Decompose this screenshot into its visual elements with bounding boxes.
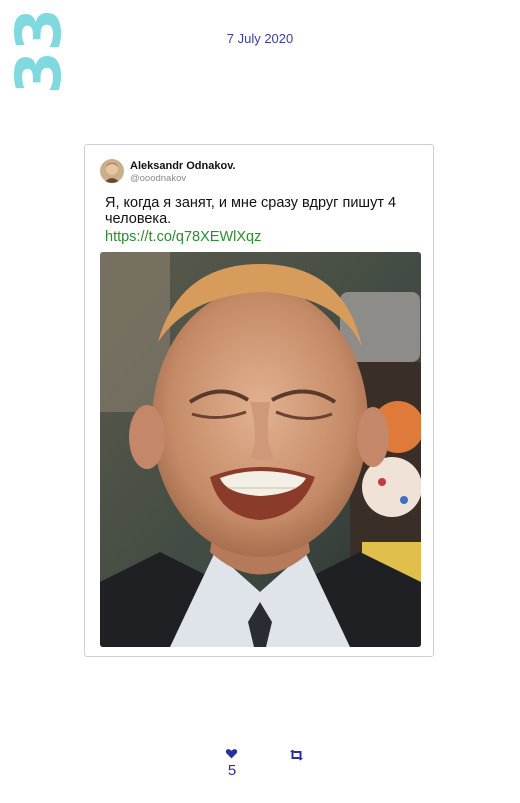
retweet-icon[interactable]	[289, 748, 304, 761]
tweet-text: Я, когда я занят, и мне сразу вдруг пишу…	[105, 195, 397, 227]
author-handle[interactable]: @ooodnakov	[130, 173, 186, 184]
tweet-date: 7 July 2020	[226, 31, 294, 46]
avatar[interactable]	[100, 159, 124, 183]
tweet-card: Aleksandr Odnakov. @ooodnakov Я, когда я…	[84, 144, 434, 657]
tweet-link[interactable]: https://t.co/q78XEWlXqz	[105, 229, 261, 245]
author-name[interactable]: Aleksandr Odnakov.	[130, 160, 236, 172]
heart-icon[interactable]	[225, 747, 238, 760]
like-count: 5	[227, 762, 237, 779]
page-number: 33	[2, 8, 75, 95]
tweet-photo[interactable]	[100, 252, 421, 647]
tweet-footer: 5	[0, 744, 520, 794]
